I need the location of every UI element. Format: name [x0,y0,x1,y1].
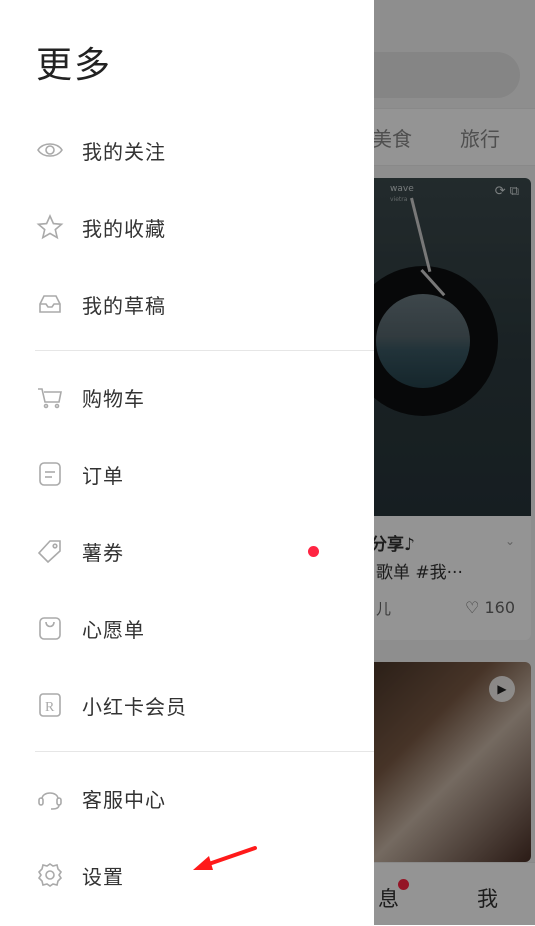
menu-label: 小红卡会员 [82,695,187,719]
menu-label: 我的关注 [82,140,166,164]
svg-text:R: R [45,700,55,715]
coupon-tag-icon [37,540,61,564]
headset-icon [38,792,62,810]
menu-label: 我的草稿 [82,294,166,318]
divider [35,350,374,351]
menu-item-red-card-member[interactable]: R 小红卡会员 [0,675,374,735]
menu-label: 薯券 [82,541,124,565]
wishlist-bag-icon [39,617,61,640]
menu-label: 我的收藏 [82,217,166,241]
drawer-title: 更多 [36,45,113,86]
cart-icon [38,388,62,409]
divider [35,751,374,752]
menu-item-customer-service[interactable]: 客服中心 [0,768,374,828]
inbox-icon [39,295,61,313]
menu-item-coupons[interactable]: 薯券 [0,521,374,581]
order-icon [39,462,61,486]
menu-label: 订单 [82,464,124,488]
menu-item-orders[interactable]: 订单 [0,444,374,504]
r-card-icon: R [39,693,61,717]
annotation-arrow-icon [193,846,257,870]
menu-item-my-follows[interactable]: 我的关注 [0,120,374,180]
menu-label: 心愿单 [82,618,145,642]
star-icon [36,214,64,240]
menu-item-my-drafts[interactable]: 我的草稿 [0,274,374,334]
more-drawer: 更多 我的关注 我的收藏 我的草稿 购物车 订单 薯券 心愿单 R 小红卡会员 … [0,0,374,925]
menu-item-cart[interactable]: 购物车 [0,367,374,427]
menu-label: 购物车 [82,387,145,411]
menu-item-wishlist[interactable]: 心愿单 [0,598,374,658]
menu-label: 设置 [82,865,124,889]
menu-item-my-favorites[interactable]: 我的收藏 [0,197,374,257]
notification-dot [308,546,319,557]
menu-label: 客服中心 [82,788,166,812]
eye-icon [37,143,63,157]
settings-gear-icon [37,863,63,887]
